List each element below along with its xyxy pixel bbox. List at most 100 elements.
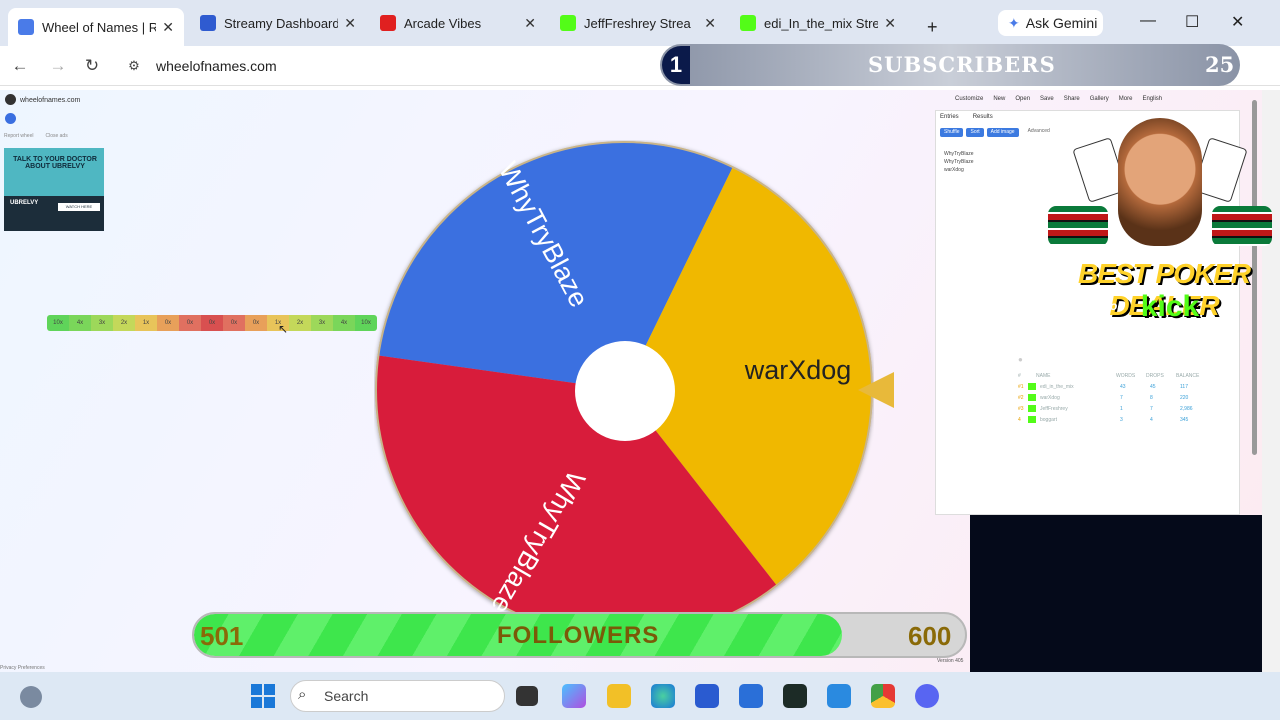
outlook-icon[interactable] [739, 684, 763, 708]
task-view-icon[interactable] [516, 686, 538, 706]
sort-button[interactable]: Sort [966, 128, 984, 137]
browser-tab[interactable]: JeffFreshrey Strea ✕ [550, 8, 726, 38]
back-icon[interactable]: ← [8, 54, 32, 78]
tab-results[interactable]: Results [973, 114, 993, 120]
report-links: Report wheel Close ads [4, 133, 68, 139]
close-tab-icon[interactable]: ✕ [884, 15, 896, 32]
ad-brand: UBRELVY [10, 200, 39, 206]
browser-tab[interactable]: Streamy Dashboard ✕ [190, 8, 366, 38]
tab-title: Arcade Vibes [404, 15, 482, 31]
leaderboard-rank: #1 [1018, 383, 1024, 390]
close-window-button[interactable]: ✕ [1231, 12, 1244, 32]
menu-item[interactable]: Share [1064, 96, 1080, 102]
multiplier-segment: 4x [333, 315, 355, 331]
site-menu: Customize New Open Save Share Gallery More Engl… [955, 96, 1162, 102]
entries-textarea[interactable]: WhyTryBlaze WhyTryBlaze warXdog [944, 150, 974, 174]
subscriber-goal: 25 [1205, 52, 1235, 77]
leaderboard-rank: 4 [1018, 416, 1021, 423]
wheel-center[interactable] [575, 341, 675, 441]
taskbar-search[interactable] [290, 680, 505, 712]
poker-chips-icon [1040, 200, 1280, 250]
browser-tab[interactable]: Wheel of Names | Ra ✕ [8, 8, 184, 46]
minimize-button[interactable]: — [1140, 12, 1156, 30]
ad-title: TALK TO YOUR DOCTOR ABOUT UBRELVY [13, 156, 97, 170]
leaderboard-row: #1 edi_in_the_mix 43 45 117 [1018, 381, 1218, 392]
start-icon[interactable] [251, 684, 275, 708]
tab-favicon-icon [560, 15, 576, 31]
leaderboard-title: ● [1018, 355, 1023, 364]
leaderboard-row: #3 JeffFreshrey 1 7 2,986 [1018, 403, 1218, 414]
multiplier-segment: 4x [69, 315, 91, 331]
widgets-icon[interactable] [20, 686, 42, 708]
privacy-link[interactable]: Privacy Preferences [0, 665, 45, 671]
leaderboard-row: 4 boggart 3 4 345 [1018, 414, 1218, 425]
reload-icon[interactable]: ↻ [80, 54, 104, 78]
leaderboard-drops: 4 [1150, 416, 1153, 423]
menu-item[interactable]: New [993, 96, 1005, 102]
menu-item[interactable]: English [1142, 96, 1162, 102]
close-tab-icon[interactable]: ✕ [704, 15, 716, 32]
new-tab-button[interactable]: + [917, 12, 948, 42]
multiplier-segment: 0x [245, 315, 267, 331]
report-wheel-link[interactable]: Report wheel [4, 133, 33, 139]
edge-icon[interactable] [651, 684, 675, 708]
wheel-slice-label: warXdog [744, 355, 852, 385]
leaderboard-words: 3 [1120, 416, 1123, 423]
entry-line: warXdog [944, 167, 964, 173]
multiplier-segment: 0x [179, 315, 201, 331]
close-ads-link[interactable]: Close ads [45, 133, 67, 139]
browser-tab[interactable]: Arcade Vibes ✕ [370, 8, 546, 38]
ad-cta-button[interactable]: WATCH HERE [58, 203, 100, 211]
menu-item[interactable]: Customize [955, 96, 983, 102]
leaderboard-name: warXdog [1040, 394, 1060, 401]
site-name: wheelofnames.com [20, 97, 81, 104]
address-bar[interactable]: wheelofnames.com [156, 58, 277, 74]
panel-buttons: Shuffle Sort Add image Advanced [940, 128, 1050, 137]
menu-item[interactable]: Open [1015, 96, 1030, 102]
store-icon[interactable] [695, 684, 719, 708]
close-tab-icon[interactable]: ✕ [344, 15, 356, 32]
leaderboard-name: JeffFreshrey [1040, 405, 1068, 412]
tab-title: Streamy Dashboard [224, 15, 339, 31]
multiplier-segment: 0x [201, 315, 223, 331]
entry-line: WhyTryBlaze [944, 159, 974, 165]
menu-item[interactable]: More [1119, 96, 1133, 102]
browser-tab[interactable]: edi_In_the_mix Strea ✕ [730, 8, 906, 38]
tab-favicon-icon [200, 15, 216, 31]
leaderboard-drops: 45 [1150, 383, 1156, 390]
shuffle-button[interactable]: Shuffle [940, 128, 964, 137]
close-tab-icon[interactable]: ✕ [162, 19, 174, 36]
forward-icon[interactable]: → [46, 54, 70, 78]
menu-item[interactable]: Save [1040, 96, 1054, 102]
leaderboard-balance: 2,986 [1180, 405, 1193, 412]
tab-entries[interactable]: Entries [940, 114, 959, 120]
copilot-icon[interactable] [562, 684, 586, 708]
site-info-icon[interactable]: ⚙ [122, 54, 146, 78]
leaderboard-drops: 8 [1150, 394, 1153, 401]
leaderboard-header: # NAME WORDS DROPS BALANCE [1018, 372, 1200, 379]
edit-icon[interactable] [5, 113, 16, 124]
menu-item[interactable]: Gallery [1090, 96, 1109, 102]
followers-goal: 600 [908, 621, 952, 651]
add-image-button[interactable]: Add image [986, 128, 1019, 137]
leaderboard-words: 1 [1120, 405, 1123, 412]
kick-logo: kick [1140, 290, 1200, 323]
gemini-icon: ✦ [1008, 14, 1020, 31]
leaderboard-balance: 220 [1180, 394, 1189, 401]
app-icon[interactable] [783, 684, 807, 708]
ask-gemini-button[interactable]: ✦ Ask Gemini [998, 10, 1103, 36]
close-tab-icon[interactable]: ✕ [524, 15, 536, 32]
multiplier-bar: 10x 4x 3x 2x 1x 0x 0x 0x 0x 0x 1x 2x 3x 4x 10x [47, 315, 377, 331]
followers-label: FOLLOWERS [497, 622, 660, 649]
advertisement[interactable]: TALK TO YOUR DOCTOR ABOUT UBRELVY UBRELV… [4, 148, 104, 231]
followers-current: 501 [200, 621, 244, 651]
discord-icon[interactable] [915, 684, 939, 708]
subscriber-label: SUBSCRIBERS [868, 52, 1056, 77]
leaderboard-name: edi_in_the_mix [1040, 383, 1074, 390]
notepad-icon[interactable] [827, 684, 851, 708]
leaderboard-words: 43 [1120, 383, 1126, 390]
tab-title: Wheel of Names | Ra [42, 19, 157, 35]
file-explorer-icon[interactable] [607, 684, 631, 708]
maximize-button[interactable]: ☐ [1185, 12, 1199, 32]
chrome-icon[interactable] [871, 684, 895, 708]
